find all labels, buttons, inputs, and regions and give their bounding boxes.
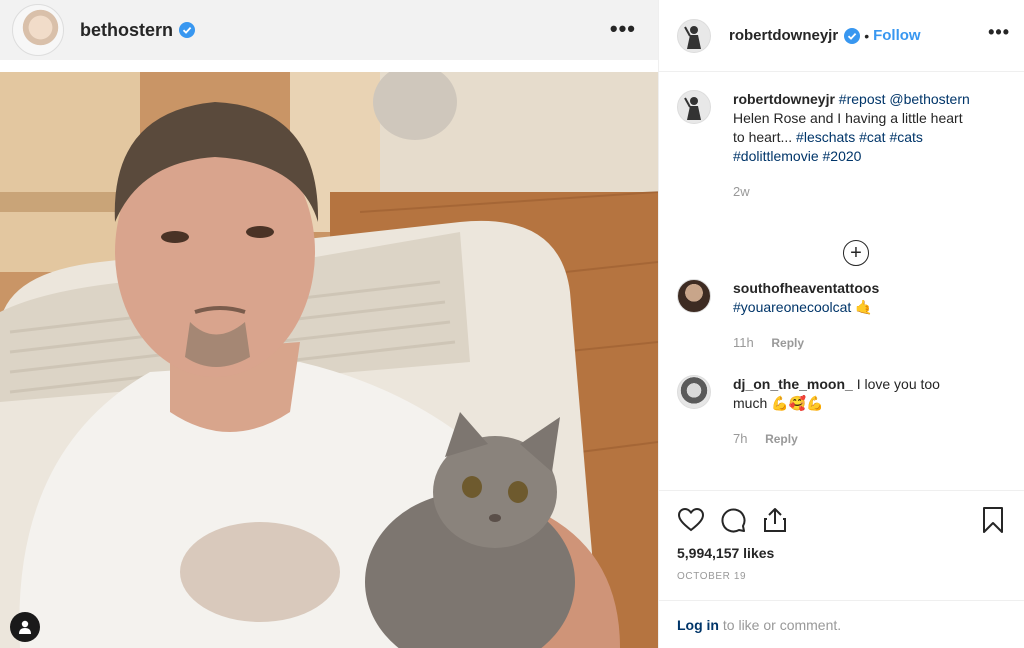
commenter-avatar[interactable] [677,375,711,409]
post-actions: 5,994,157 likes OCTOBER 19 [659,490,1024,590]
comments-list: robertdowneyjr #repost @bethostern Helen… [677,90,1012,449]
media-owner-username[interactable]: bethostern [80,20,173,41]
reply-button[interactable]: Reply [771,336,804,350]
login-prompt: Log in to like or comment. [659,600,1024,648]
caption: robertdowneyjr #repost @bethostern Helen… [677,90,1012,201]
plus-circle-icon: + [850,242,862,264]
bookmark-icon [983,507,1003,533]
caption-author-avatar[interactable] [677,90,711,124]
avatar-figure-icon [684,97,701,120]
comment-meta: 11h Reply [733,333,973,353]
post-author-username[interactable]: robertdowneyjr [729,27,838,44]
comment-hashtag[interactable]: #youareonecoolcat [733,299,851,315]
post-media-pane: bethostern ••• [0,0,658,648]
separator-dot: • [864,27,870,44]
hashtag-leschats[interactable]: #leschats [796,129,855,145]
hashtag-dolittlemovie[interactable]: #dolittlemovie [733,148,819,164]
comment-icon [721,508,746,533]
comment-username[interactable]: dj_on_the_moon_ [733,376,853,392]
comment-item: southofheaventattoos #youareonecoolcat 🤙… [677,279,1012,353]
verified-badge-icon [179,22,196,38]
share-button[interactable] [761,506,789,534]
caption-username[interactable]: robertdowneyjr [733,91,835,107]
more-options-icon[interactable]: ••• [988,22,1010,43]
verified-badge-icon [844,27,861,44]
load-more-comments-button[interactable]: + [843,240,869,266]
heart-icon [678,508,704,532]
hashtag-cats[interactable]: #cats [889,129,922,145]
comment-time[interactable]: 11h [733,335,754,350]
comment-emoji: 🤙 [855,299,873,315]
comment-time[interactable]: 7h [733,431,747,446]
post-header: robertdowneyjr • Follow ••• [659,0,1024,72]
save-button[interactable] [979,506,1007,534]
user-tag-icon [19,620,31,634]
follow-button[interactable]: Follow [873,27,921,44]
comment-button[interactable] [719,506,747,534]
comment-emoji: 💪🥰💪 [771,395,824,411]
media-more-options-icon[interactable]: ••• [610,16,636,42]
comment-item: dj_on_the_moon_ I love you too much 💪🥰💪 … [677,375,1012,449]
avatar-figure-icon [684,25,701,49]
bethostern-avatar[interactable] [12,4,64,56]
post-details-pane: robertdowneyjr • Follow ••• robertdowney… [658,0,1024,648]
like-button[interactable] [677,506,705,534]
user-tag-button[interactable] [10,612,40,642]
comment-username[interactable]: southofheaventattoos [733,280,879,296]
post-date[interactable]: OCTOBER 19 [677,571,1007,582]
hashtag-cat[interactable]: #cat [859,129,885,145]
post-author-avatar[interactable] [677,18,711,53]
caption-time[interactable]: 2w [733,184,750,199]
media-header: bethostern ••• [0,0,658,60]
hashtag-2020[interactable]: #2020 [823,148,862,164]
likes-count[interactable]: 5,994,157 likes [677,545,1007,561]
share-icon [764,508,786,532]
login-link[interactable]: Log in [677,617,719,633]
reply-button[interactable]: Reply [765,432,798,446]
login-prompt-text: to like or comment. [722,617,842,633]
comment-meta: 7h Reply [733,429,973,449]
caption-meta: 2w [733,182,973,201]
post-photo[interactable] [0,72,658,648]
commenter-avatar[interactable] [677,279,711,313]
action-icon-row [677,505,1007,535]
photo-illustration [0,72,658,648]
mention-bethostern[interactable]: @bethostern [889,91,969,107]
hashtag-repost[interactable]: #repost [839,91,886,107]
